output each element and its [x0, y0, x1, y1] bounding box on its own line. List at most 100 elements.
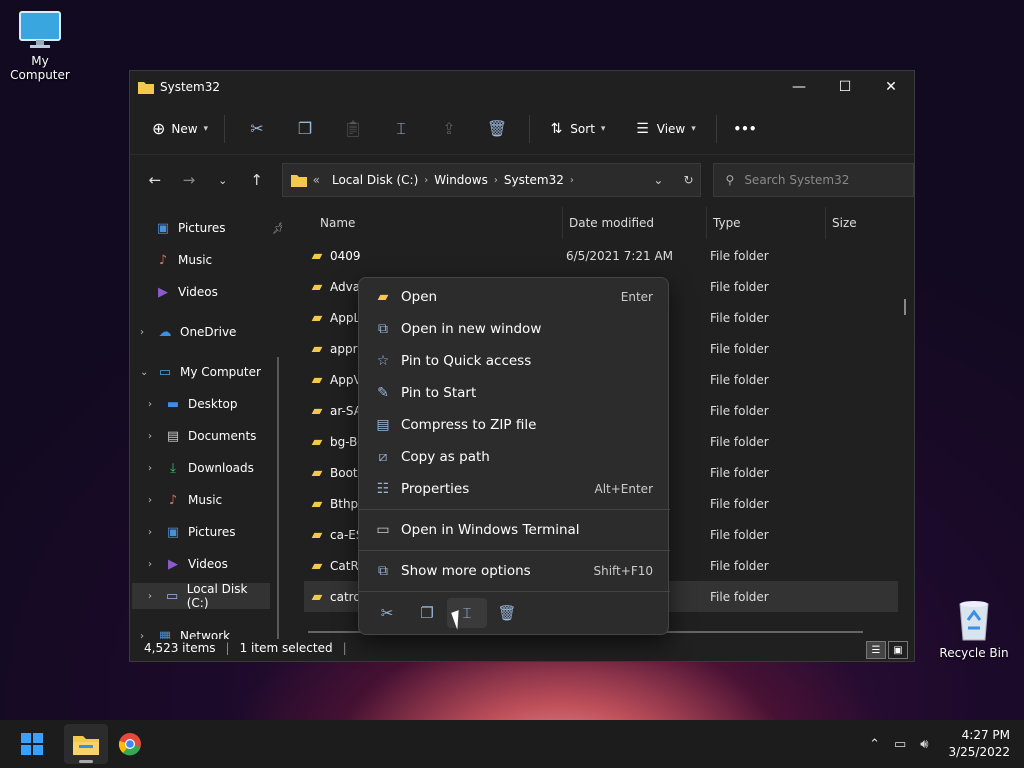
- sidebar-item-label: Local Disk (C:): [186, 582, 248, 610]
- search-icon: ⚲: [725, 173, 735, 187]
- title-bar[interactable]: System32 — ☐ ✕: [130, 71, 914, 103]
- refresh-button[interactable]: ↻: [683, 173, 693, 187]
- new-button[interactable]: ⊕ New ▾: [144, 112, 216, 146]
- chevron-right-icon[interactable]: ›: [140, 631, 154, 640]
- sidebar-item-network[interactable]: › ▦ Network: [140, 623, 282, 640]
- share-button[interactable]: ⇪: [425, 112, 473, 146]
- chevron-right-icon[interactable]: ›: [148, 463, 162, 474]
- taskbar-file-explorer[interactable]: [64, 724, 108, 764]
- column-header-name[interactable]: Name ⌃: [300, 207, 563, 239]
- sidebar-scrollbar[interactable]: [277, 357, 279, 639]
- menu-item-label: Open: [401, 289, 438, 305]
- chevron-up-icon[interactable]: ⌃: [869, 737, 880, 752]
- chevron-right-icon[interactable]: ›: [148, 399, 162, 410]
- menu-item-pin-quick-access[interactable]: ☆ Pin to Quick access: [365, 346, 663, 376]
- plus-circle-icon: ⊕: [151, 119, 166, 138]
- more-button[interactable]: •••: [725, 112, 765, 146]
- breadcrumb-system32[interactable]: System32: [504, 173, 564, 187]
- sidebar-item-pictures-pc[interactable]: › ▣ Pictures: [148, 519, 282, 545]
- delete-button[interactable]: 🗑︎: [473, 112, 521, 146]
- forward-button[interactable]: →: [172, 171, 206, 189]
- menu-item-windows-terminal[interactable]: ▭ Open in Windows Terminal: [365, 515, 663, 545]
- menu-item-open[interactable]: ▰ Open Enter: [365, 282, 663, 312]
- vertical-scrollbar[interactable]: [904, 299, 906, 315]
- sidebar-item-downloads[interactable]: › ⤓ Downloads: [148, 455, 282, 481]
- column-header-type[interactable]: Type: [707, 207, 826, 239]
- copy-button[interactable]: ❐: [281, 112, 329, 146]
- chevron-down-icon: ▾: [691, 123, 696, 134]
- music-icon: ♪: [168, 492, 178, 508]
- sidebar-item-videos-pc[interactable]: › ▶ Videos: [148, 551, 282, 577]
- menu-shortcut: Enter: [620, 290, 653, 304]
- menu-item-label: Show more options: [401, 563, 531, 579]
- sidebar-item-videos[interactable]: ▶ Videos: [152, 279, 282, 305]
- column-header-date-modified[interactable]: Date modified: [563, 207, 707, 239]
- breadcrumb-local-disk[interactable]: Local Disk (C:): [332, 173, 418, 187]
- details-view-button[interactable]: ☰: [866, 641, 886, 659]
- view-button[interactable]: ☰ View ▾: [624, 112, 708, 146]
- pictures-icon: ▣: [166, 524, 180, 540]
- desktop-icon-my-computer[interactable]: My Computer: [0, 10, 80, 82]
- monitor-icon: ▭: [158, 364, 172, 380]
- taskbar-chrome[interactable]: [108, 724, 152, 764]
- chevron-right-icon[interactable]: ›: [148, 559, 162, 570]
- address-history-button[interactable]: ⌄: [653, 173, 663, 187]
- folder-icon: ▰: [311, 495, 323, 512]
- sidebar-item-my-computer[interactable]: ⌄ ▭ My Computer: [140, 359, 282, 385]
- properties-icon: ☷: [376, 481, 390, 497]
- back-button[interactable]: ←: [138, 171, 172, 189]
- copy-icon[interactable]: ❐: [407, 598, 447, 628]
- sidebar-item-music[interactable]: ♪ Music: [152, 247, 282, 273]
- sidebar-item-local-disk[interactable]: › ▭ Local Disk (C:): [132, 582, 270, 610]
- start-button[interactable]: [10, 724, 54, 764]
- divider: |: [225, 641, 230, 655]
- search-input[interactable]: ⚲ Search System32: [712, 163, 914, 197]
- recent-locations-button[interactable]: ⌄: [206, 174, 240, 187]
- clock[interactable]: 4:27 PM 3/25/2022: [948, 727, 1010, 761]
- column-header-size[interactable]: Size: [826, 207, 906, 239]
- delete-icon[interactable]: 🗑︎: [487, 598, 527, 628]
- sidebar-item-music-pc[interactable]: › ♪ Music: [148, 487, 282, 513]
- folder-icon: ▰: [311, 526, 323, 543]
- desktop-icon-recycle-bin[interactable]: Recycle Bin: [934, 598, 1014, 660]
- volume-icon[interactable]: 🔊︎: [920, 737, 928, 752]
- large-icons-view-button[interactable]: ▣: [888, 641, 908, 659]
- sidebar-item-desktop[interactable]: › ▬ Desktop: [148, 391, 282, 417]
- sidebar-item-label: Pictures: [178, 221, 226, 235]
- command-bar: ⊕ New ▾ ✂ ❐ 📋︎ ⌶ ⇪ 🗑︎ ⇅ Sort ▾ ☰ View ▾ …: [130, 103, 914, 155]
- star-icon: ☆: [376, 353, 390, 369]
- chevron-right-icon[interactable]: ›: [148, 591, 162, 602]
- paste-button[interactable]: 📋︎: [329, 112, 377, 146]
- column-label: Size: [832, 216, 857, 230]
- menu-item-show-more-options[interactable]: ⧉ Show more options Shift+F10: [365, 556, 663, 586]
- maximize-button[interactable]: ☐: [822, 71, 868, 103]
- cut-icon[interactable]: ✂: [367, 598, 407, 628]
- breadcrumb-overflow[interactable]: «: [313, 173, 320, 187]
- pin-icon[interactable]: 📌︎: [272, 222, 282, 235]
- close-button[interactable]: ✕: [868, 71, 914, 103]
- address-bar[interactable]: « Local Disk (C:) › Windows › System32 ›…: [281, 163, 701, 197]
- chevron-right-icon[interactable]: ›: [148, 495, 162, 506]
- chevron-down-icon[interactable]: ⌄: [140, 367, 154, 378]
- sidebar-item-documents[interactable]: › ▤ Documents: [148, 423, 282, 449]
- menu-item-label: Compress to ZIP file: [401, 417, 537, 433]
- chevron-right-icon[interactable]: ›: [148, 431, 162, 442]
- network-icon[interactable]: ▭: [894, 737, 906, 752]
- sidebar-item-pictures[interactable]: ▣ Pictures 📌︎: [152, 215, 282, 241]
- menu-item-copy-as-path[interactable]: ⧄ Copy as path: [365, 442, 663, 472]
- menu-item-pin-start[interactable]: ✎ Pin to Start: [365, 378, 663, 408]
- table-row[interactable]: ▰ 0409 6/5/2021 7:21 AM File folder: [304, 240, 898, 271]
- rename-button[interactable]: ⌶: [377, 112, 425, 146]
- menu-item-open-new-window[interactable]: ⧉ Open in new window: [365, 314, 663, 344]
- chevron-right-icon[interactable]: ›: [140, 327, 154, 338]
- sidebar-item-onedrive[interactable]: › ☁ OneDrive: [140, 319, 282, 345]
- chevron-right-icon[interactable]: ›: [148, 527, 162, 538]
- breadcrumb-windows[interactable]: Windows: [434, 173, 488, 187]
- cut-button[interactable]: ✂: [233, 112, 281, 146]
- minimize-button[interactable]: —: [776, 71, 822, 103]
- up-button[interactable]: ↑: [240, 171, 274, 189]
- sort-button[interactable]: ⇅ Sort ▾: [538, 112, 618, 146]
- sidebar-item-label: OneDrive: [180, 325, 237, 339]
- menu-item-properties[interactable]: ☷ Properties Alt+Enter: [365, 474, 663, 504]
- menu-item-compress-zip[interactable]: ▤ Compress to ZIP file: [365, 410, 663, 440]
